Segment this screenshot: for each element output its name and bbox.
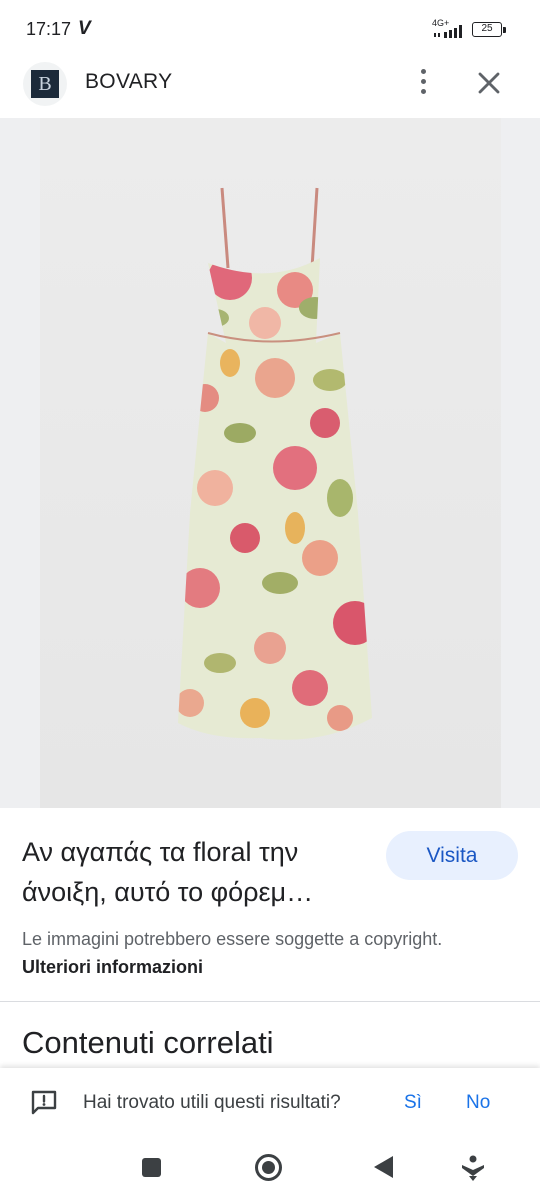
status-time: 17:17 [26, 19, 72, 39]
floral-dress-image[interactable] [40, 118, 501, 808]
image-preview-area[interactable] [0, 118, 540, 808]
result-caption: Αν αγαπάς τα floral την άνοιξη, αυτό το … [22, 837, 314, 907]
visit-button[interactable]: Visita [386, 831, 518, 880]
back-button[interactable] [374, 1156, 393, 1178]
system-nav-bar [0, 1138, 540, 1200]
close-icon[interactable] [472, 66, 506, 100]
battery-tip [503, 27, 506, 33]
feedback-question: Hai trovato utili questi risultati? [83, 1092, 341, 1113]
home-button[interactable] [255, 1154, 282, 1181]
status-bar: 17:17 V 4G+ 25 [0, 0, 540, 58]
more-vert-icon[interactable] [408, 66, 440, 98]
recents-button[interactable] [142, 1158, 161, 1177]
section-divider [0, 1001, 540, 1002]
site-logo[interactable]: B [23, 62, 67, 106]
feedback-no-button[interactable]: No [466, 1092, 490, 1114]
logo-letter: B [31, 70, 59, 98]
accessibility-icon[interactable] [460, 1154, 486, 1182]
battery-level: 25 [481, 23, 493, 34]
related-content-heading: Contenuti correlati [22, 1025, 274, 1060]
more-info-link[interactable]: Ulteriori informazioni [22, 957, 203, 977]
site-title[interactable]: BOVARY [85, 70, 172, 94]
feedback-bar: Hai trovato utili questi risultati? Sì N… [0, 1068, 540, 1138]
feedback-icon [31, 1090, 57, 1115]
copyright-text: Le immagini potrebbero essere soggette a… [22, 929, 443, 949]
signal-icon [434, 25, 462, 38]
image-frame [40, 118, 501, 808]
carrier-icon: V [78, 18, 91, 39]
battery-icon: 25 [472, 22, 502, 37]
app-header: B BOVARY [0, 58, 540, 118]
feedback-yes-button[interactable]: Sì [404, 1092, 422, 1114]
copyright-notice: Le immagini potrebbero essere soggette a… [22, 925, 462, 981]
